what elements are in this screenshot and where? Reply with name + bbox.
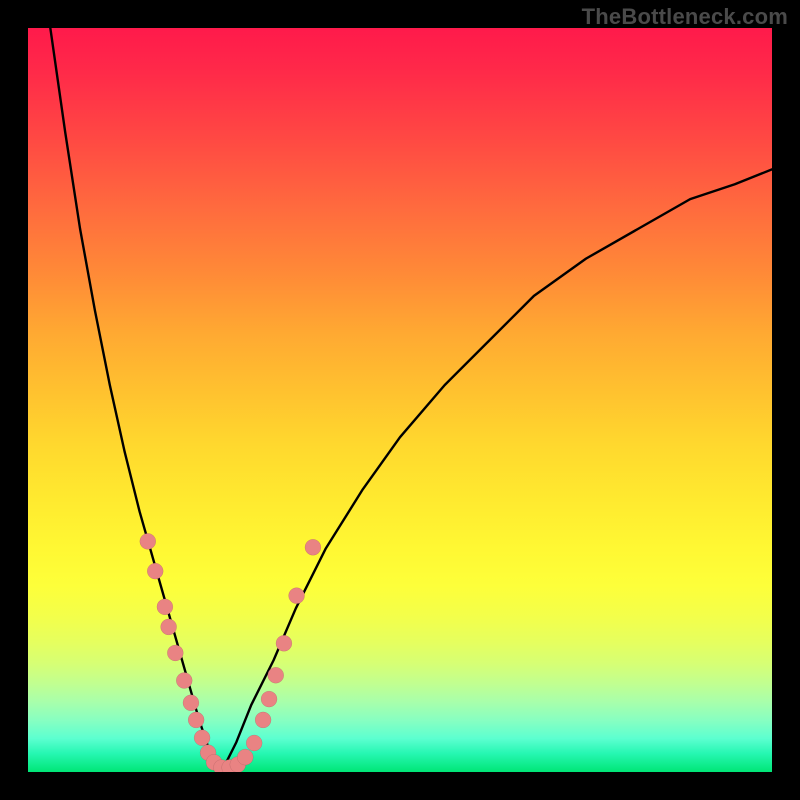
- data-marker: [261, 691, 277, 707]
- right-curve: [221, 169, 772, 772]
- data-marker: [255, 712, 271, 728]
- chart-frame: TheBottleneck.com: [0, 0, 800, 800]
- data-marker: [246, 735, 262, 751]
- data-marker: [167, 645, 183, 661]
- data-marker: [183, 695, 199, 711]
- data-marker: [289, 588, 305, 604]
- data-marker: [194, 730, 210, 746]
- data-marker: [276, 635, 292, 651]
- left-curve: [50, 28, 221, 772]
- marker-group: [140, 533, 321, 772]
- watermark-text: TheBottleneck.com: [582, 4, 788, 30]
- data-marker: [147, 563, 163, 579]
- data-marker: [161, 619, 177, 635]
- data-marker: [268, 667, 284, 683]
- data-marker: [305, 539, 321, 555]
- data-marker: [237, 749, 253, 765]
- plot-area: [28, 28, 772, 772]
- data-marker: [157, 599, 173, 615]
- chart-svg: [28, 28, 772, 772]
- data-marker: [188, 712, 204, 728]
- data-marker: [176, 672, 192, 688]
- data-marker: [140, 533, 156, 549]
